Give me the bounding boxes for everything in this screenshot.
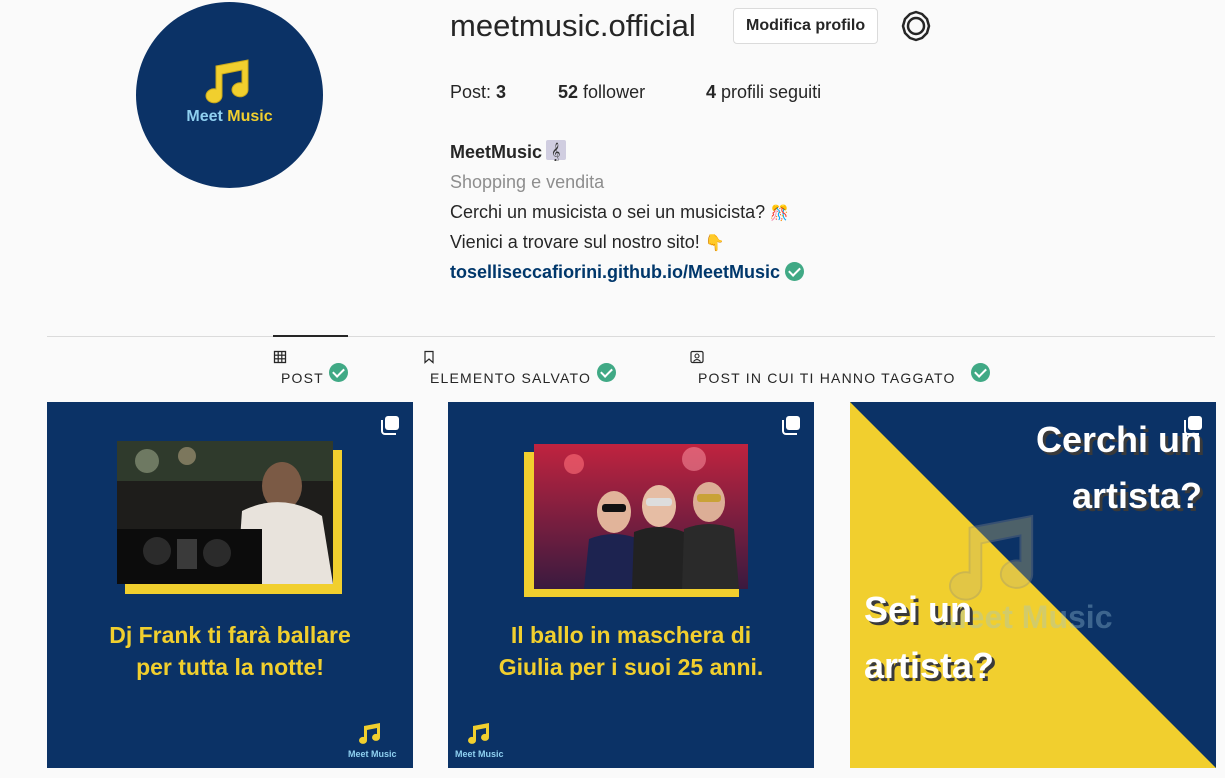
bio-line-1: Cerchi un musicista o sei un musicista? — [450, 202, 766, 222]
profile-name: MeetMusic — [450, 142, 543, 162]
bookmark-icon — [424, 350, 434, 364]
post-logo: Meet Music — [455, 722, 504, 759]
pointing-down-emoji-icon: 👇 — [704, 235, 725, 252]
avatar-brand: Meet Music — [186, 108, 273, 125]
following-stat[interactable]: 4 profili seguiti — [706, 82, 821, 103]
tab-posts-label: POST — [281, 370, 324, 386]
carousel-icon — [381, 416, 399, 435]
post-thumbnail-2[interactable]: Il ballo in maschera di Giulia per i suo… — [448, 402, 814, 768]
tabs-divider — [47, 336, 1215, 337]
treble-clef-icon: 𝄞 — [546, 140, 567, 162]
profile-bio: MeetMusic 𝄞 Shopping e vendita Cerchi un … — [450, 137, 805, 287]
music-note-icon — [468, 723, 490, 744]
tab-posts[interactable]: POST — [273, 350, 353, 390]
party-emoji-icon: 🎊 — [770, 205, 789, 222]
post-text-top: Cerchi un artista? — [1035, 419, 1202, 516]
svg-text:𝄞: 𝄞 — [551, 142, 560, 161]
verified-check-icon — [329, 363, 348, 382]
post-caption: Il ballo in maschera di Giulia per i suo… — [498, 622, 764, 680]
tagged-user-icon — [690, 350, 704, 364]
profile-username: meetmusic.official — [450, 8, 696, 43]
followers-stat[interactable]: 52 follower — [558, 82, 645, 103]
dj-photo — [117, 441, 333, 584]
grid-icon — [273, 350, 287, 364]
verified-check-icon — [597, 363, 616, 382]
post-thumbnail-3[interactable]: Meet Music Cerchi un artista? Sei un art… — [850, 402, 1216, 768]
post-thumbnail-1[interactable]: Dj Frank ti farà ballare per tutta la no… — [47, 402, 413, 768]
verified-check-icon — [971, 363, 990, 382]
masquerade-photo — [534, 444, 748, 589]
posts-stat: Post: 3 — [450, 82, 507, 102]
tab-tagged[interactable]: POST IN CUI TI HANNO TAGGATO — [690, 350, 1000, 390]
bio-line-2: Vienici a trovare sul nostro sito! — [450, 232, 700, 252]
profile-avatar[interactable]: Meet Music — [136, 2, 323, 188]
music-note-icon — [205, 59, 249, 104]
tab-tagged-label: POST IN CUI TI HANNO TAGGATO — [698, 370, 956, 386]
tab-saved[interactable]: ELEMENTO SALVATO — [422, 350, 622, 390]
tab-saved-label: ELEMENTO SALVATO — [430, 370, 592, 386]
post-logo-text: Meet Music — [455, 749, 504, 759]
post-logo-text: Meet Music — [348, 749, 397, 759]
carousel-icon — [782, 416, 800, 435]
profile-website-link[interactable]: tosellis­eccafiorini.github.io/MeetMusic — [450, 262, 780, 282]
post-logo: Meet Music — [348, 722, 397, 759]
post-caption: Dj Frank ti farà ballare per tutta la no… — [109, 622, 351, 680]
verified-check-icon — [785, 262, 805, 281]
profile-category: Shopping e vendita — [450, 172, 605, 192]
edit-profile-button[interactable]: Modifica profilo — [733, 8, 879, 44]
active-tab-indicator — [273, 335, 348, 337]
settings-gear-icon[interactable] — [900, 10, 932, 42]
music-note-icon — [359, 723, 381, 744]
post-text-bottom: Sei un artista? — [864, 589, 995, 686]
